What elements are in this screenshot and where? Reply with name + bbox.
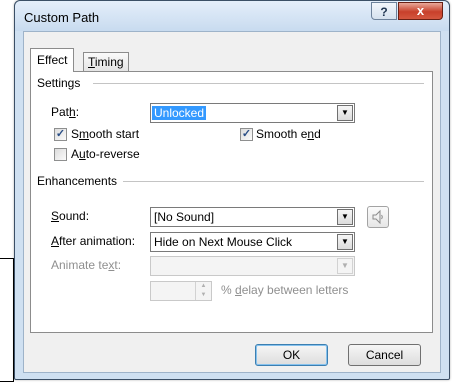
delay-label-pre: % [221,283,236,297]
ok-button[interactable]: OK [255,344,328,366]
dialog-client-area: Effect Timing Settings Path: Unlocked ▼ … [23,31,441,373]
chevron-down-icon[interactable]: ▼ [337,258,353,274]
tab-timing-label: iming [94,55,124,69]
path-label-text: Pat [51,105,70,119]
delay-label: % delay between letters [221,283,348,297]
custom-path-dialog: Custom Path ? x Effect Timing Settings P… [14,0,450,380]
enhancements-group-title: Enhancements [37,174,122,188]
smooth-start-post: ooth start [89,127,140,141]
path-dropdown-value: Unlocked [152,106,207,120]
after-animation-label: After animation: [51,234,135,248]
animate-text-label: Animate text: [51,258,121,272]
delay-label-post: elay between letters [241,283,349,297]
animate-text-dropdown[interactable]: ▼ [150,256,355,276]
auto-reverse-mnemonic: u [79,147,86,161]
speaker-button[interactable] [367,206,389,228]
smooth-start-mnemonic: m [79,127,90,141]
close-button[interactable]: x [398,2,443,20]
tab-effect-label: Effect [37,53,68,67]
cancel-button[interactable]: Cancel [348,344,421,366]
after-animation-text: fter animation: [59,234,136,248]
sound-dropdown[interactable]: [No Sound] ▼ [150,207,355,227]
after-animation-mnemonic: A [51,234,60,248]
animate-text-post: t: [114,258,122,272]
enhancements-divider [123,181,424,182]
spin-down-icon[interactable]: ▼ [196,291,211,300]
auto-reverse-checkbox[interactable] [54,148,67,161]
delay-label-mnemonic: d [235,283,242,297]
window-title: Custom Path [24,10,100,25]
title-bar: Custom Path ? x [15,1,449,31]
auto-reverse-label: Auto-reverse [71,147,140,161]
tab-effect[interactable]: Effect [30,48,75,72]
smooth-start-checkbox[interactable]: ✓ [54,128,67,141]
after-animation-dropdown[interactable]: Hide on Next Mouse Click ▼ [150,232,355,252]
sound-label-mnemonic: S [51,209,60,223]
sound-label: Sound: [51,209,89,223]
sound-dropdown-value: [No Sound] [154,210,215,224]
smooth-start-label: Smooth start [71,127,139,141]
path-label-mnemonic: h [69,105,76,119]
effect-tab-panel: Settings Path: Unlocked ▼ ✓ Smooth start… [30,71,433,333]
tab-timing-mnemonic: T [88,55,95,69]
spinner-buttons[interactable]: ▲ ▼ [195,282,211,300]
chevron-down-icon[interactable]: ▼ [337,234,353,250]
animate-text-pre: Animate te [51,258,109,272]
path-label-colon: : [75,105,80,119]
tab-timing[interactable]: Timing [83,52,129,71]
background-window-fragment [0,258,14,382]
spin-up-icon[interactable]: ▲ [196,282,211,291]
smooth-end-checkbox[interactable]: ✓ [240,128,253,141]
path-label: Path: [51,105,79,119]
auto-reverse-pre: A [71,147,80,161]
settings-divider [93,83,424,84]
chevron-down-icon[interactable]: ▼ [337,105,353,121]
chevron-down-icon[interactable]: ▼ [337,209,353,225]
auto-reverse-post: to-reverse [85,147,140,161]
help-button[interactable]: ? [371,2,397,20]
speaker-icon [372,209,383,225]
after-animation-value: Hide on Next Mouse Click [154,235,293,249]
delay-spinner[interactable]: ▲ ▼ [150,281,212,301]
smooth-end-pre: Smooth e [256,127,308,141]
sound-label-text: ound: [59,209,90,223]
smooth-end-post: d [314,127,321,141]
smooth-end-label: Smooth end [256,127,321,141]
settings-group-title: Settings [37,76,85,90]
smooth-start-pre: S [71,127,80,141]
path-dropdown[interactable]: Unlocked ▼ [150,103,355,123]
